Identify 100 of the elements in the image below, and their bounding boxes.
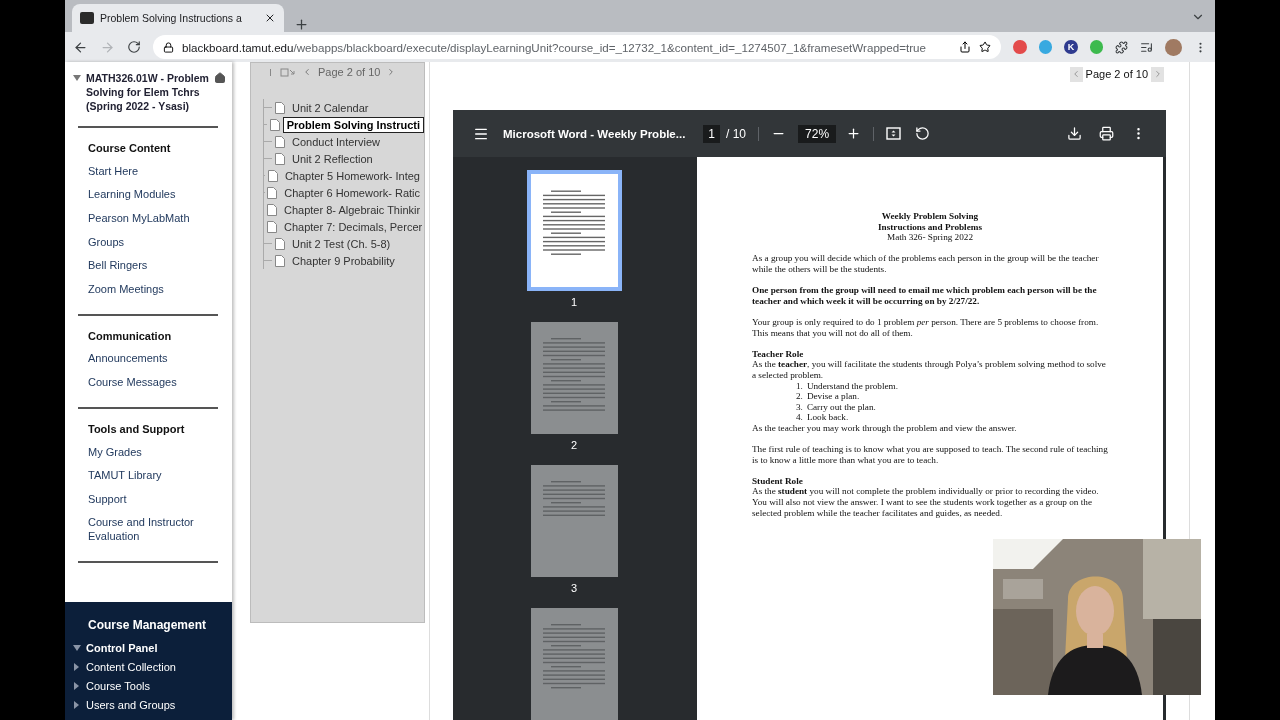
fit-page-icon[interactable] bbox=[886, 127, 902, 140]
paragraph: As the student you will not complete the problem individually or prior to recording the video. You will also not view the answer. I want to see the students work together as a group on the selected problem while the teacher facilitates and guides, as needed. bbox=[752, 486, 1100, 519]
document-icon bbox=[269, 118, 280, 131]
page-number-field[interactable]: 1 bbox=[703, 124, 720, 143]
document-icon bbox=[267, 203, 277, 216]
paragraph: One person from the group will need to email me which problem each person will be the teacher and which week it will be occurring on by 2/27/22. bbox=[752, 285, 1098, 307]
list-item: Understand the problem. bbox=[806, 380, 898, 392]
menu-link[interactable]: Course and Instructor Evaluation bbox=[88, 510, 226, 549]
document-icon bbox=[275, 152, 285, 165]
profile-avatar[interactable] bbox=[1165, 38, 1182, 56]
page-thumbnail[interactable] bbox=[526, 170, 622, 291]
section-heading: Tools and Support bbox=[88, 422, 186, 435]
back-button[interactable] bbox=[73, 39, 88, 55]
list-item: Look back. bbox=[806, 412, 849, 423]
page-count: / 10 bbox=[726, 126, 747, 141]
document-icon bbox=[267, 169, 278, 182]
menu-link[interactable]: Groups bbox=[88, 229, 226, 254]
list-number: 1. bbox=[796, 380, 803, 392]
thumbnail-number: 1 bbox=[570, 296, 578, 308]
home-icon[interactable] bbox=[214, 72, 226, 84]
address-bar[interactable]: blackboard.tamut.edu/webapps/blackboard/execute/displayLearningUnit?course_id=_12732_1&content_id=_1274507_1&framesetWrapped=true bbox=[153, 35, 1001, 59]
download-icon[interactable] bbox=[1067, 126, 1082, 141]
expand-triangle-icon[interactable] bbox=[73, 644, 81, 651]
tree-item[interactable]: Unit 2 Reflection bbox=[288, 150, 377, 167]
new-tab-button[interactable] bbox=[294, 17, 309, 32]
print-icon[interactable] bbox=[1099, 126, 1114, 141]
tree-item[interactable]: Conduct Interview bbox=[288, 133, 385, 150]
expand-triangle-icon[interactable] bbox=[73, 681, 81, 690]
paragraph: As a group you will decide which of the problems each person in the group will be the teacher while the others will be the students. bbox=[752, 253, 1100, 275]
section-heading: Communication bbox=[88, 329, 173, 342]
expand-triangle-icon[interactable] bbox=[73, 662, 81, 671]
list-item: Devise a plan. bbox=[806, 391, 860, 402]
share-icon[interactable] bbox=[959, 41, 971, 53]
thumbnail-number: 2 bbox=[570, 439, 578, 451]
control-panel-link[interactable]: Control Panel bbox=[86, 640, 158, 655]
document-icon bbox=[275, 135, 285, 148]
page-thumbnail[interactable] bbox=[530, 465, 618, 577]
document-icon bbox=[275, 237, 285, 250]
tree-item[interactable]: Unit 2 Calendar bbox=[288, 99, 373, 116]
course-title[interactable]: MATH326.01W - Problem Solving for Elem Tchrs (Spring 2022 - Ysasi) bbox=[86, 71, 209, 113]
tree-item[interactable]: Chapter 6 Homework- Ratic bbox=[280, 184, 424, 201]
thumbnail-number: 3 bbox=[570, 582, 578, 594]
list-item: Carry out the plan. bbox=[806, 401, 876, 413]
menu-link[interactable]: Support bbox=[88, 486, 226, 511]
browser-tab[interactable]: Problem Solving Instructions a bbox=[72, 4, 284, 32]
favicon-icon bbox=[80, 12, 94, 24]
tree-item[interactable]: Unit 2 Test (Ch. 5-8) bbox=[288, 235, 395, 252]
extension-button[interactable]: K bbox=[1064, 40, 1078, 54]
page-indicator: Page 2 of 10 bbox=[318, 66, 381, 78]
bookmark-star-icon[interactable] bbox=[979, 41, 991, 53]
close-icon[interactable] bbox=[264, 12, 276, 24]
section-heading: Course Content bbox=[88, 142, 172, 154]
extension-icon[interactable] bbox=[1013, 40, 1027, 54]
tree-item[interactable]: Chapter 8- Algebraic Thinkir bbox=[280, 201, 425, 218]
lock-icon bbox=[163, 41, 174, 53]
menu-link[interactable]: Course Messages bbox=[88, 370, 226, 394]
paragraph: The first rule of teaching is to know what you are supposed to teach. The second rule of teaching is to know a little more than what you are to teach. bbox=[752, 444, 1108, 466]
menu-link[interactable]: Pearson MyLabMath bbox=[88, 206, 226, 230]
tree-item[interactable]: Problem Solving Instructi bbox=[282, 116, 424, 133]
panel-title: Course Management bbox=[88, 618, 208, 632]
rotate-icon[interactable] bbox=[915, 126, 931, 141]
document-icon bbox=[267, 186, 278, 199]
menu-link[interactable]: Bell Ringers bbox=[88, 253, 226, 277]
document-icon bbox=[267, 220, 277, 233]
menu-link[interactable]: Zoom Meetings bbox=[88, 276, 226, 301]
menu-link[interactable]: Announcements bbox=[88, 346, 226, 371]
menu-link[interactable]: Content Collection bbox=[86, 659, 176, 674]
paragraph: Your group is only required to do 1 problem per person. There are 5 problems to choose from. This means that you will not do all of them. bbox=[752, 316, 1100, 339]
paragraph: As the teacher you may work through the problem and view the answer. bbox=[752, 422, 1018, 434]
document-subtitle: Math 326- Spring 2022 bbox=[886, 232, 974, 243]
menu-link[interactable]: Users and Groups bbox=[86, 697, 176, 712]
url-text: blackboard.tamut.edu/webapps/blackboard/execute/displayLearningUnit?course_id=_12732_1&content_id=_1274507_1&framesetWrapped=true bbox=[182, 40, 926, 54]
expand-triangle-icon[interactable] bbox=[73, 700, 81, 709]
reload-button[interactable] bbox=[127, 40, 141, 54]
menu-link[interactable]: Course Tools bbox=[86, 678, 150, 693]
menu-link[interactable]: Start Here bbox=[88, 159, 226, 183]
list-number: 2. bbox=[796, 391, 803, 402]
page-thumbnail[interactable] bbox=[530, 608, 618, 720]
zoom-in-icon[interactable] bbox=[846, 126, 862, 141]
puzzle-icon[interactable] bbox=[1115, 40, 1129, 54]
zoom-field[interactable]: 72% bbox=[798, 124, 837, 143]
document-heading: Instructions and Problems bbox=[877, 221, 983, 233]
menu-link[interactable]: My Grades bbox=[88, 439, 226, 464]
document-heading: Weekly Problem Solving bbox=[880, 211, 980, 222]
tree-item[interactable]: Chapter 9 Probability bbox=[288, 252, 399, 269]
page-thumbnail[interactable] bbox=[530, 322, 618, 434]
media-list-icon[interactable] bbox=[1140, 40, 1154, 54]
tree-item[interactable]: Chapter 7: Decimals, Percer bbox=[280, 218, 427, 235]
menu-link[interactable]: Learning Modules bbox=[88, 182, 226, 207]
page-indicator: Page 2 of 10 bbox=[1085, 68, 1148, 80]
document-title: Microsoft Word - Weekly Proble... bbox=[503, 127, 686, 140]
menu-link[interactable]: TAMUT Library bbox=[88, 463, 226, 487]
list-number: 3. bbox=[796, 401, 803, 413]
document-icon bbox=[275, 101, 285, 114]
section-heading: Student Role bbox=[752, 475, 804, 487]
document-icon bbox=[275, 254, 285, 267]
section-heading: Teacher Role bbox=[752, 348, 805, 360]
tree-item[interactable]: Chapter 5 Homework- Integ bbox=[280, 167, 424, 184]
collapse-triangle-icon[interactable] bbox=[73, 75, 81, 81]
paragraph: As the teacher, you will facilitate the students through Polya’s problem solving method to solve a selected problem. bbox=[752, 359, 1107, 381]
